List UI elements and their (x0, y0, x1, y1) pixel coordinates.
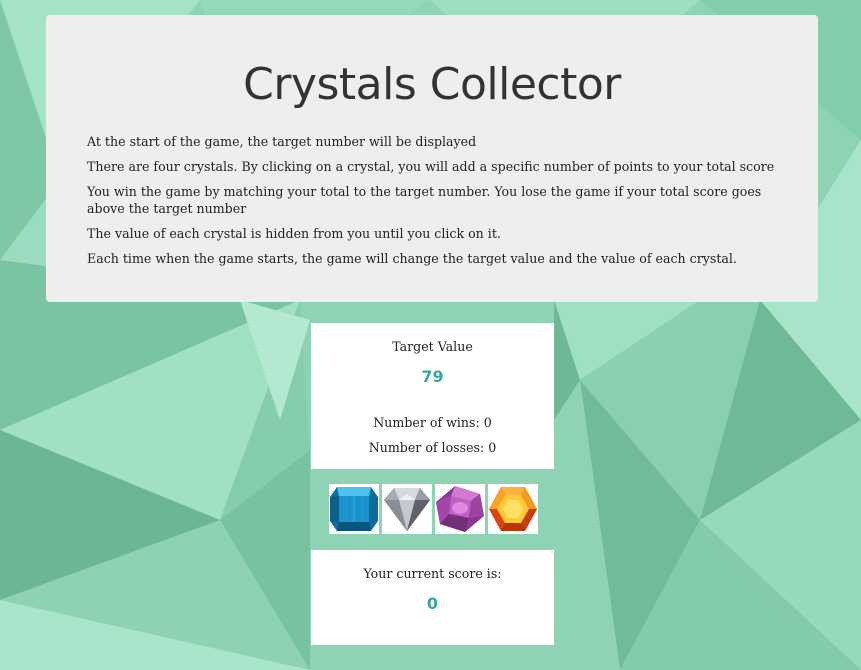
score-label: Your current score is: (363, 566, 502, 581)
rules-list: At the start of the game, the target num… (87, 133, 777, 267)
crystal-button-purple[interactable] (435, 484, 485, 534)
page-title: Crystals Collector (243, 59, 621, 110)
rule-text: Each time when the game starts, the game… (87, 251, 737, 266)
crystal-row (329, 484, 541, 534)
rule-text: There are four crystals. By clicking on … (87, 159, 775, 174)
target-card: Target Value 79 Number of wins: 0 Number… (311, 323, 554, 469)
rule-text: At the start of the game, the target num… (87, 134, 477, 149)
instructions-panel: Crystals Collector At the start of the g… (46, 15, 818, 302)
losses-counter: Number of losses: 0 (368, 440, 497, 455)
score-value: 0 (426, 594, 439, 613)
orange-gem-icon (489, 487, 537, 531)
crystal-button-blue[interactable] (329, 484, 379, 534)
crystal-button-silver[interactable] (382, 484, 432, 534)
purple-gem-icon (436, 486, 484, 532)
rule-text: You win the game by matching your total … (87, 184, 762, 216)
wins-counter: Number of wins: 0 (373, 415, 492, 430)
score-card: Your current score is: 0 (311, 550, 554, 645)
rule-text: The value of each crystal is hidden from… (87, 226, 501, 241)
crystal-button-orange[interactable] (488, 484, 538, 534)
blue-crystal-icon (330, 487, 378, 531)
target-value: 79 (421, 367, 444, 386)
target-label: Target Value (392, 339, 473, 354)
silver-diamond-icon (384, 488, 430, 531)
